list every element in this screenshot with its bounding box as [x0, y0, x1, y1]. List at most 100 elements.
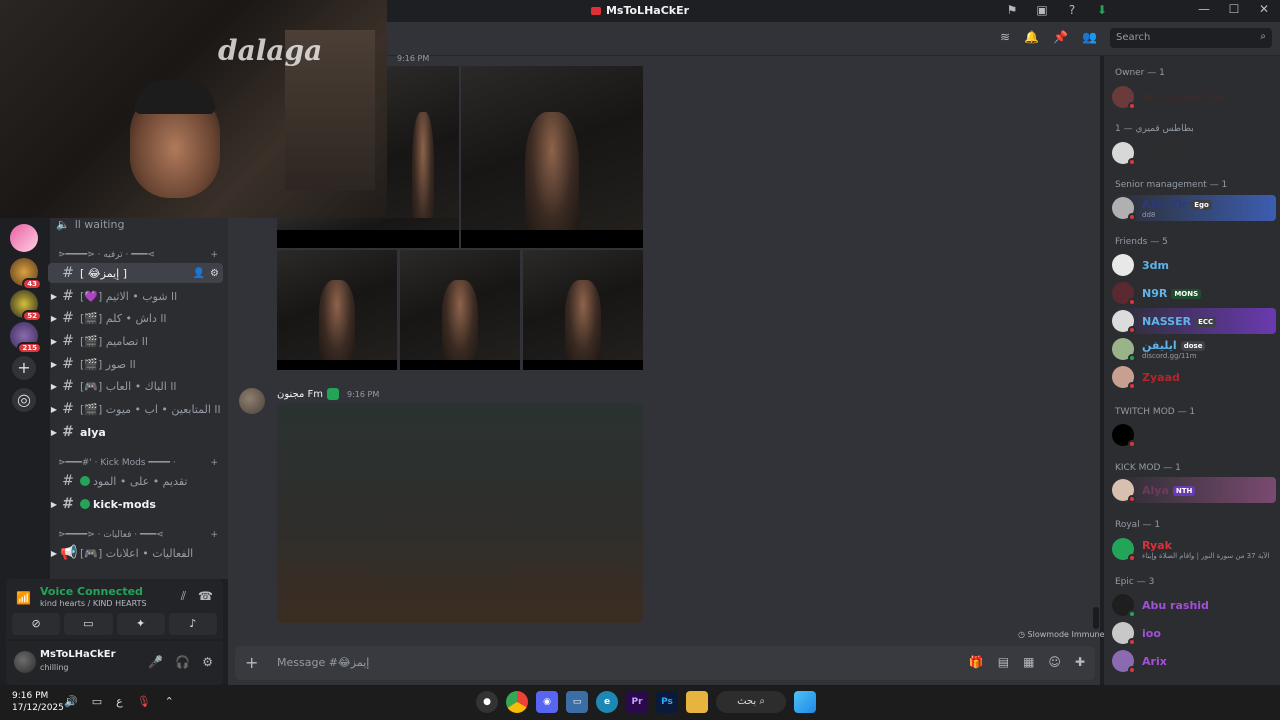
file-explorer-icon[interactable] [686, 691, 708, 713]
window-switch-icon[interactable]: ▭ [566, 691, 588, 713]
camera-off-icon[interactable]: ⊘ [12, 613, 61, 635]
server-icon-4[interactable]: 215 [10, 322, 42, 354]
emoji-icon[interactable]: ☺ [1048, 655, 1061, 669]
channel-item[interactable]: ▶ 📢 [🎮] الفعاليات • اعلانات [48, 543, 223, 563]
server-icon-3[interactable]: 52 [10, 290, 42, 322]
premiere-icon[interactable]: Pr [626, 691, 648, 713]
category-header[interactable]: ⋗━━━#' · Kick Mods ━━━━ · + [58, 458, 218, 468]
image-attachment[interactable] [461, 66, 643, 248]
add-channel-icon[interactable]: + [210, 250, 218, 260]
apps-icon[interactable]: ✚ [1075, 655, 1085, 669]
settings-gear-icon[interactable]: ⚙ [202, 655, 213, 669]
member-item[interactable]: ALtA7m [1112, 140, 1276, 166]
minimize-icon[interactable]: — [1196, 2, 1212, 16]
add-server-icon[interactable]: + [12, 356, 36, 380]
headphones-icon[interactable]: 🎧 [175, 655, 190, 669]
member-item[interactable] [1112, 422, 1276, 448]
message-input[interactable]: Message #😂إيمز [277, 656, 369, 669]
activities-icon[interactable]: ✦ [116, 613, 165, 635]
add-channel-icon[interactable]: + [210, 530, 218, 540]
category-header[interactable]: ⋗━━━━⋗ · فعاليات · ━━━⋖ + [58, 530, 218, 540]
scrollbar[interactable] [1093, 607, 1099, 629]
channel-item[interactable]: # [ 😂إيمز ] 👤 ⚙ [48, 263, 223, 283]
member-item[interactable]: N9R MONS [1112, 280, 1276, 306]
soundboard-icon[interactable]: ♪ [168, 613, 217, 635]
inbox-icon[interactable]: ▣ [1034, 3, 1050, 19]
pin-icon[interactable]: 📌 [1053, 30, 1068, 44]
threads-icon[interactable]: ≋ [1000, 30, 1010, 44]
screen-share-icon[interactable]: ▭ [64, 613, 113, 635]
obs-icon[interactable]: ● [476, 691, 498, 713]
server-icon-party[interactable] [10, 224, 38, 252]
avatar[interactable] [239, 388, 265, 414]
chrome-icon[interactable] [506, 691, 528, 713]
channel-item[interactable]: ▶ # kick-mods [48, 494, 223, 514]
download-icon[interactable]: ⬇ [1094, 3, 1110, 19]
channel-item[interactable]: ▶ # [🎬] المتابعين • اب • ميوت ll [48, 399, 223, 419]
video-attachment[interactable] [277, 403, 643, 623]
add-channel-icon[interactable]: + [210, 458, 218, 468]
search-input[interactable]: Search ⌕ [1110, 28, 1272, 48]
gear-icon[interactable]: ⚙ [210, 268, 219, 279]
image-attachment[interactable] [523, 250, 643, 370]
noise-suppression-icon[interactable]: ⫽ [181, 589, 186, 604]
avatar [1112, 310, 1136, 334]
member-item[interactable]: Ryak الآية 37 من سورة النور | واقام الصلا… [1112, 536, 1276, 562]
avatar[interactable] [14, 651, 36, 673]
message-author[interactable]: مجنون Fm [277, 389, 323, 400]
voice-channel-name[interactable]: kind hearts / KIND HEARTS [40, 599, 147, 608]
channel-item[interactable]: ▶ # [🎬] تصاميم ll [48, 331, 223, 351]
voice-status[interactable]: Voice Connected [40, 585, 143, 598]
member-item[interactable]: Abu rashid [1112, 592, 1276, 618]
mic-icon[interactable]: 🎙 [137, 695, 151, 708]
username[interactable]: MsToLHaCkEr [40, 649, 116, 660]
member-item[interactable]: ايليفن dose discord.gg/11m [1112, 336, 1276, 362]
member-item[interactable]: Alya NTH [1112, 477, 1276, 503]
member-item[interactable]: 3dm [1112, 252, 1276, 278]
flag-icon[interactable]: ⚑ [1004, 3, 1020, 19]
channel-item[interactable]: ▶ # alya [48, 422, 223, 442]
member-item[interactable]: Arix [1112, 648, 1276, 674]
member-item[interactable]: Abu Zlr Ego dd8 [1112, 195, 1276, 221]
maximize-icon[interactable]: ☐ [1226, 2, 1242, 16]
message-composer[interactable]: + Message #😂إيمز 🎁 ▤ ▦ ☺ ✚ [235, 646, 1095, 680]
channel-item[interactable]: ▶ # [🎬] داش • كلم ll [48, 308, 223, 328]
bell-icon[interactable]: 🔔 [1024, 30, 1039, 44]
edge-icon[interactable]: e [596, 691, 618, 713]
language-indicator[interactable]: ع [116, 695, 123, 708]
sticker-icon[interactable]: ▦ [1023, 655, 1034, 669]
image-attachment[interactable] [277, 250, 397, 370]
channel-item[interactable]: ▶ # [🎮] الباك • العاب ll [48, 376, 223, 396]
channel-item[interactable]: # تقديم • على • المود [48, 471, 223, 491]
photoshop-icon[interactable]: Ps [656, 691, 678, 713]
attach-plus-icon[interactable]: + [245, 653, 258, 672]
system-clock[interactable]: 9:16 PM 17/12/2025 [12, 690, 64, 714]
network-icon[interactable]: ▭ [92, 695, 102, 708]
channel-item[interactable]: ▶ # [💜] شوب • الاثيم ll [48, 286, 223, 306]
close-icon[interactable]: ✕ [1256, 2, 1272, 16]
member-item[interactable]: ioo [1112, 620, 1276, 646]
taskbar-search[interactable]: بحث ⌕ [716, 691, 786, 713]
discover-icon[interactable]: ◎ [12, 388, 36, 412]
discord-icon[interactable]: ◉ [536, 691, 558, 713]
chevron-up-icon[interactable]: ⌃ [165, 695, 174, 708]
member-item[interactable]: MsToLHaCkEr [1112, 84, 1276, 110]
category-header[interactable]: ⋗━━━━⋗ · ترفيه · ━━━⋖ + [58, 250, 218, 260]
microphone-icon[interactable]: 🎤 [148, 655, 163, 669]
volume-icon[interactable]: 🔊 [64, 695, 78, 708]
speaker-icon: 🔈 [56, 218, 70, 231]
channel-item[interactable]: ▶ # [🎬] صور ll [48, 354, 223, 374]
member-item[interactable]: NASSER ECC [1112, 308, 1276, 334]
image-attachment[interactable] [400, 250, 520, 370]
server-icon-2[interactable]: 43 [10, 258, 42, 290]
voice-channel-waiting[interactable]: 🔈 ll waiting [56, 218, 124, 231]
members-icon[interactable]: 👥 [1082, 30, 1097, 44]
gift-icon[interactable]: 🎁 [969, 655, 984, 669]
member-item[interactable]: Zyaad [1112, 364, 1276, 390]
start-icon[interactable] [794, 691, 816, 713]
gif-icon[interactable]: ▤ [998, 655, 1009, 669]
disconnect-icon[interactable]: ☎ [198, 589, 213, 604]
help-icon[interactable]: ? [1064, 3, 1080, 19]
image-attachment[interactable] [277, 218, 459, 248]
invite-icon[interactable]: 👤 [193, 268, 205, 279]
